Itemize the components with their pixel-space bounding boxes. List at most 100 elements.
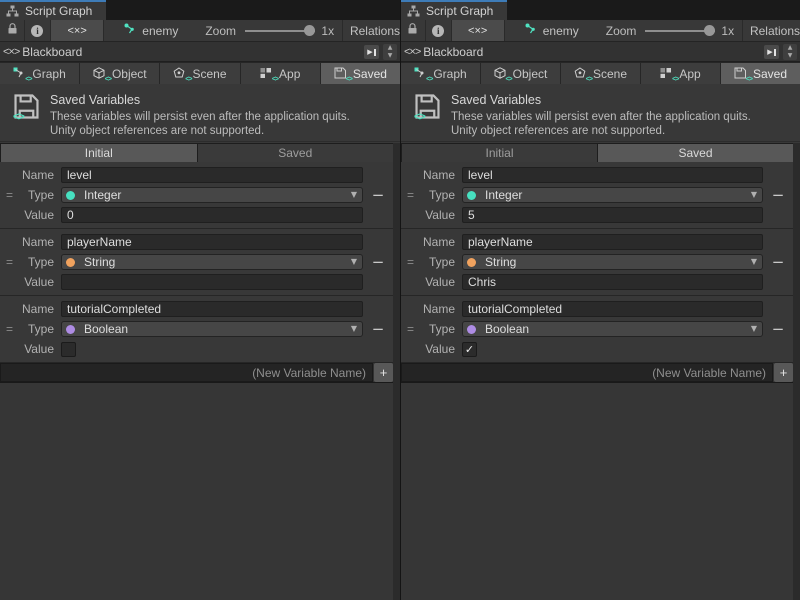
variable-type-dropdown[interactable]: Integer ▼ <box>61 187 363 203</box>
variable-name-input[interactable] <box>61 167 363 183</box>
variable-name-input[interactable] <box>462 301 763 317</box>
tab-initial[interactable]: Initial <box>402 144 597 162</box>
zoom-slider-knob[interactable] <box>704 25 715 36</box>
script-graph-icon <box>407 5 421 17</box>
variable-value-checkbox[interactable]: ✓ <box>462 342 477 357</box>
add-variable-button[interactable]: + <box>774 363 793 382</box>
variable-name-input[interactable] <box>462 167 763 183</box>
tab-saved-state[interactable]: Saved <box>198 144 394 162</box>
scroll-spinner[interactable]: ▲ ▼ <box>383 44 397 60</box>
dock-icon[interactable]: ▶ <box>364 45 379 59</box>
spinner-down-icon[interactable]: ▼ <box>388 52 393 60</box>
value-label: Value <box>401 275 455 289</box>
info-text: Saved Variables These variables will per… <box>50 93 350 141</box>
window-tab-strip: Script Graph <box>0 0 400 20</box>
spinner-up-icon[interactable]: ▲ <box>388 44 393 52</box>
drag-handle-icon[interactable]: = <box>407 188 414 202</box>
variable-value-input[interactable] <box>462 207 763 223</box>
zoom-slider-knob[interactable] <box>304 25 315 36</box>
remove-variable-button[interactable]: − <box>370 252 386 272</box>
info-button[interactable]: i <box>25 20 51 42</box>
info-button[interactable]: i <box>426 20 452 42</box>
type-value: Boolean <box>84 322 128 336</box>
variable-value-input[interactable] <box>61 207 363 223</box>
new-variable-name-input[interactable] <box>0 363 373 382</box>
spinner-up-icon[interactable]: ▲ <box>788 44 793 52</box>
drag-handle-icon[interactable]: = <box>407 255 414 269</box>
variable-row: Name = Type Integer ▼ − Value <box>401 162 793 229</box>
drag-handle-icon[interactable]: = <box>6 322 13 336</box>
variables-toggle-button[interactable]: <×> <box>452 20 505 42</box>
tab-app[interactable]: <> App <box>641 63 720 84</box>
relations-button[interactable]: Relations <box>343 24 400 38</box>
saved-tab-icon: <> <box>734 67 748 80</box>
variable-value-input[interactable] <box>61 274 363 290</box>
lock-button[interactable] <box>0 20 25 42</box>
drag-handle-icon[interactable]: = <box>6 188 13 202</box>
zoom-slider[interactable] <box>645 30 715 32</box>
lock-button[interactable] <box>401 20 426 42</box>
tab-label: Object <box>112 67 147 81</box>
graph-breadcrumb[interactable]: enemy <box>124 23 178 38</box>
tab-object[interactable]: <> Object <box>481 63 560 84</box>
variable-type-dropdown[interactable]: Boolean ▼ <box>61 321 363 337</box>
tab-object[interactable]: <> Object <box>80 63 159 84</box>
spinner-down-icon[interactable]: ▼ <box>788 52 793 60</box>
variable-type-dropdown[interactable]: Boolean ▼ <box>462 321 763 337</box>
variable-value-checkbox[interactable] <box>61 342 76 357</box>
variable-name-input[interactable] <box>61 234 363 250</box>
add-variable-button[interactable]: + <box>374 363 393 382</box>
tab-graph[interactable]: <> Graph <box>0 63 79 84</box>
dock-icon[interactable]: ▶ <box>764 45 779 59</box>
variables-icon: <×> <box>67 25 86 37</box>
variable-type-dropdown[interactable]: Integer ▼ <box>462 187 763 203</box>
tab-label: App <box>279 67 300 81</box>
variable-name-input[interactable] <box>462 234 763 250</box>
scroll-spinner[interactable]: ▲ ▼ <box>783 44 797 60</box>
info-description-line2: Unity object references are not supporte… <box>50 124 350 138</box>
chevron-down-icon: ▼ <box>351 258 357 266</box>
drag-handle-icon[interactable]: = <box>407 322 414 336</box>
window-tab-script-graph[interactable]: Script Graph <box>401 0 507 20</box>
info-text: Saved Variables These variables will per… <box>451 93 751 141</box>
tab-initial[interactable]: Initial <box>1 144 197 162</box>
blackboard-title: Blackboard <box>22 45 82 59</box>
zoom-slider[interactable] <box>245 30 315 32</box>
tab-graph[interactable]: <> Graph <box>401 63 480 84</box>
graph-breadcrumb[interactable]: enemy <box>525 23 579 38</box>
remove-variable-button[interactable]: − <box>770 252 786 272</box>
remove-variable-button[interactable]: − <box>770 319 786 339</box>
window-tab-label: Script Graph <box>426 4 493 18</box>
type-value: Boolean <box>485 322 529 336</box>
type-color-dot <box>467 191 476 200</box>
remove-variable-button[interactable]: − <box>370 319 386 339</box>
scene-tab-icon: <> <box>574 67 588 80</box>
variable-type-dropdown[interactable]: String ▼ <box>462 254 763 270</box>
variable-value-input[interactable] <box>462 274 763 290</box>
name-label: Name <box>401 235 455 249</box>
graph-tab-icon: <> <box>13 67 27 80</box>
variables-toggle-button[interactable]: <×> <box>51 20 104 42</box>
info-icon: i <box>432 25 444 37</box>
relations-button[interactable]: Relations <box>743 24 800 38</box>
variable-name-input[interactable] <box>61 301 363 317</box>
type-color-dot <box>467 258 476 267</box>
variable-row: Name = Type String ▼ − Value <box>401 229 793 296</box>
tab-app[interactable]: <> App <box>241 63 320 84</box>
tab-label: Saved <box>753 67 787 81</box>
variable-type-dropdown[interactable]: String ▼ <box>61 254 363 270</box>
tab-saved[interactable]: <> Saved <box>321 63 400 84</box>
new-variable-name-input[interactable] <box>401 363 773 382</box>
zoom-label: Zoom <box>606 24 637 38</box>
variables-icon: <×> <box>404 46 420 58</box>
remove-variable-button[interactable]: − <box>370 185 386 205</box>
drag-handle-icon[interactable]: = <box>6 255 13 269</box>
tab-saved[interactable]: <> Saved <box>721 63 800 84</box>
tab-scene[interactable]: <> Scene <box>160 63 239 84</box>
window-tab-strip: Script Graph <box>401 0 800 20</box>
tab-scene[interactable]: <> Scene <box>561 63 640 84</box>
remove-variable-button[interactable]: − <box>770 185 786 205</box>
window-tab-script-graph[interactable]: Script Graph <box>0 0 106 20</box>
tab-saved-state[interactable]: Saved <box>598 144 793 162</box>
variable-row: Name = Type Boolean ▼ − Value <box>0 296 393 363</box>
